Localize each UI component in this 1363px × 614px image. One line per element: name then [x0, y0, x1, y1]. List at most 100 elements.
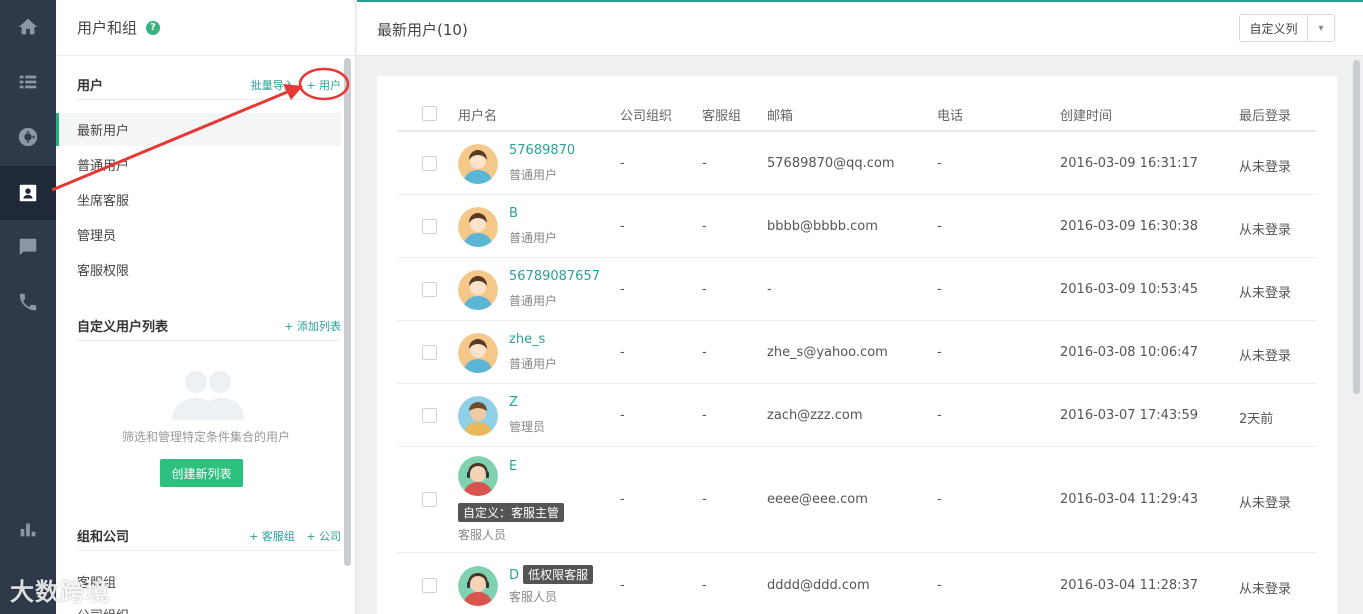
groups-section-header: 组和公司 + 客服组 + 公司	[77, 521, 341, 551]
list-icon	[19, 75, 37, 89]
table-row[interactable]: 57689870 普通用户 - - 57689870@qq.com - 2016-03-09…	[397, 132, 1317, 195]
row-checkbox[interactable]	[422, 219, 437, 234]
created-cell: 2016-03-04 11:28:37	[1060, 578, 1199, 593]
select-all-checkbox[interactable]	[422, 106, 437, 121]
last-login-cell: 从未登录	[1239, 582, 1292, 597]
user-role: 管理员	[509, 420, 546, 434]
groups-section-title: 组和公司	[77, 530, 130, 545]
sidebar-header: 用户和组 ?	[56, 0, 355, 56]
user-name-link[interactable]: zhe_s	[509, 332, 545, 347]
left-nav	[0, 0, 56, 614]
company-cell: -	[620, 156, 625, 171]
user-role: 普通用户	[509, 231, 558, 245]
nav-contacts[interactable]	[0, 166, 56, 220]
add-user-link[interactable]: + 用户	[306, 79, 341, 92]
last-login-cell: 从未登录	[1239, 160, 1292, 175]
table-row[interactable]: zhe_s 普通用户 - - zhe_s@yahoo.com - 2016-03-08 10…	[397, 321, 1317, 384]
sidebar-item-label: 最新用户	[77, 124, 130, 139]
home-icon	[18, 18, 38, 35]
col-last-login[interactable]: 最后登录	[1239, 105, 1291, 124]
table-row[interactable]: E 自定义：客服主管 客服人员 - - eeee@eee.com - 2016-03-04 1…	[397, 447, 1317, 553]
last-login-cell: 从未登录	[1239, 496, 1292, 511]
page-title: 最新用户(10)	[377, 21, 468, 39]
nav-chat[interactable]	[0, 220, 56, 274]
add-company-link[interactable]: + 公司	[306, 530, 341, 543]
sidebar-item-permissions[interactable]: 客服权限	[56, 253, 341, 286]
row-checkbox[interactable]	[422, 345, 437, 360]
table-row[interactable]: B 普通用户 - - bbbb@bbbb.com - 2016-03-09 16:30:38…	[397, 195, 1317, 258]
add-list-link[interactable]: + 添加列表	[284, 320, 341, 333]
avatar[interactable]	[458, 207, 498, 247]
row-checkbox[interactable]	[422, 492, 437, 507]
sidebar-scrollbar[interactable]	[344, 58, 351, 566]
created-cell: 2016-03-08 10:06:47	[1060, 345, 1199, 360]
company-cell: -	[620, 282, 625, 297]
col-phone[interactable]: 电话	[937, 105, 963, 124]
main-header: 最新用户(10) 自定义列 ▾	[357, 0, 1363, 56]
email-cell: dddd@ddd.com	[767, 578, 870, 593]
user-role: 客服人员	[458, 528, 507, 542]
sidebar-title: 用户和组	[77, 19, 138, 37]
table-row[interactable]: D 低权限客服 客服人员 - - dddd@ddd.com - 2016-03-04 11:…	[397, 553, 1317, 614]
created-cell: 2016-03-04 11:29:43	[1060, 492, 1199, 507]
user-name-link[interactable]: E	[509, 459, 517, 474]
sidebar-item-agents[interactable]: 坐席客服	[56, 183, 341, 216]
row-checkbox[interactable]	[422, 408, 437, 423]
avatar[interactable]	[458, 333, 498, 373]
table-row[interactable]: Z 管理员 - - zach@zzz.com - 2016-03-07 17:43:59 2天…	[397, 384, 1317, 447]
phone-cell: -	[937, 282, 942, 297]
row-checkbox[interactable]	[422, 156, 437, 171]
avatar[interactable]	[458, 566, 498, 606]
user-name-link[interactable]: B	[509, 206, 518, 221]
col-created[interactable]: 创建时间	[1060, 105, 1112, 124]
user-tag: 低权限客服	[523, 565, 594, 584]
table-row[interactable]: 56789087657 普通用户 - - - - 2016-03-09 10:53:45 从未…	[397, 258, 1317, 321]
email-cell: -	[767, 282, 772, 297]
user-name-link[interactable]: D	[509, 568, 519, 583]
row-checkbox[interactable]	[422, 578, 437, 593]
sidebar-item-latest-users[interactable]: 最新用户	[56, 113, 341, 146]
main-scrollbar[interactable]	[1353, 60, 1360, 394]
nav-stats[interactable]	[0, 502, 56, 556]
create-list-button[interactable]: 创建新列表	[160, 459, 243, 487]
nav-support[interactable]	[0, 110, 56, 164]
custom-list-title: 自定义用户列表	[77, 320, 169, 335]
nav-phone[interactable]	[0, 275, 56, 329]
avatar[interactable]	[458, 144, 498, 184]
phone-icon	[19, 293, 37, 311]
avatar[interactable]	[458, 270, 498, 310]
phone-cell: -	[937, 492, 942, 507]
last-login-cell: 2天前	[1239, 412, 1274, 427]
user-name-link[interactable]: 56789087657	[509, 269, 600, 284]
col-group[interactable]: 客服组	[702, 105, 741, 124]
last-login-cell: 从未登录	[1239, 349, 1292, 364]
sidebar-item-label: 客服权限	[77, 264, 130, 279]
sidebar-item-admins[interactable]: 管理员	[56, 218, 341, 251]
col-email[interactable]: 邮箱	[767, 105, 793, 124]
user-name-link[interactable]: 57689870	[509, 143, 575, 158]
last-login-cell: 从未登录	[1239, 286, 1292, 301]
company-cell: -	[620, 219, 625, 234]
add-group-link[interactable]: + 客服组	[249, 530, 295, 543]
col-username[interactable]: 用户名	[458, 105, 497, 124]
custom-columns-dropdown[interactable]: 自定义列 ▾	[1239, 14, 1335, 42]
company-cell: -	[620, 408, 625, 423]
user-role: 普通用户	[509, 294, 558, 308]
phone-cell: -	[937, 408, 942, 423]
users-groups-sidebar: 用户和组 ? 用户 批量导入 + 用户 最新用户 普通用户 坐席客服 管理员 客…	[56, 0, 356, 614]
bulk-import-link[interactable]: 批量导入	[251, 79, 295, 92]
nav-list[interactable]	[0, 55, 56, 109]
user-name-link[interactable]: Z	[509, 395, 518, 410]
empty-users-icon	[172, 371, 244, 420]
avatar[interactable]	[458, 396, 498, 436]
avatar[interactable]	[458, 456, 498, 496]
col-company[interactable]: 公司组织	[620, 105, 672, 124]
row-checkbox[interactable]	[422, 282, 437, 297]
phone-cell: -	[937, 345, 942, 360]
help-icon[interactable]: ?	[146, 20, 161, 35]
group-cell: -	[702, 345, 707, 360]
group-cell: -	[702, 282, 707, 297]
phone-cell: -	[937, 578, 942, 593]
nav-home[interactable]	[0, 0, 56, 54]
sidebar-item-normal-users[interactable]: 普通用户	[56, 148, 341, 181]
